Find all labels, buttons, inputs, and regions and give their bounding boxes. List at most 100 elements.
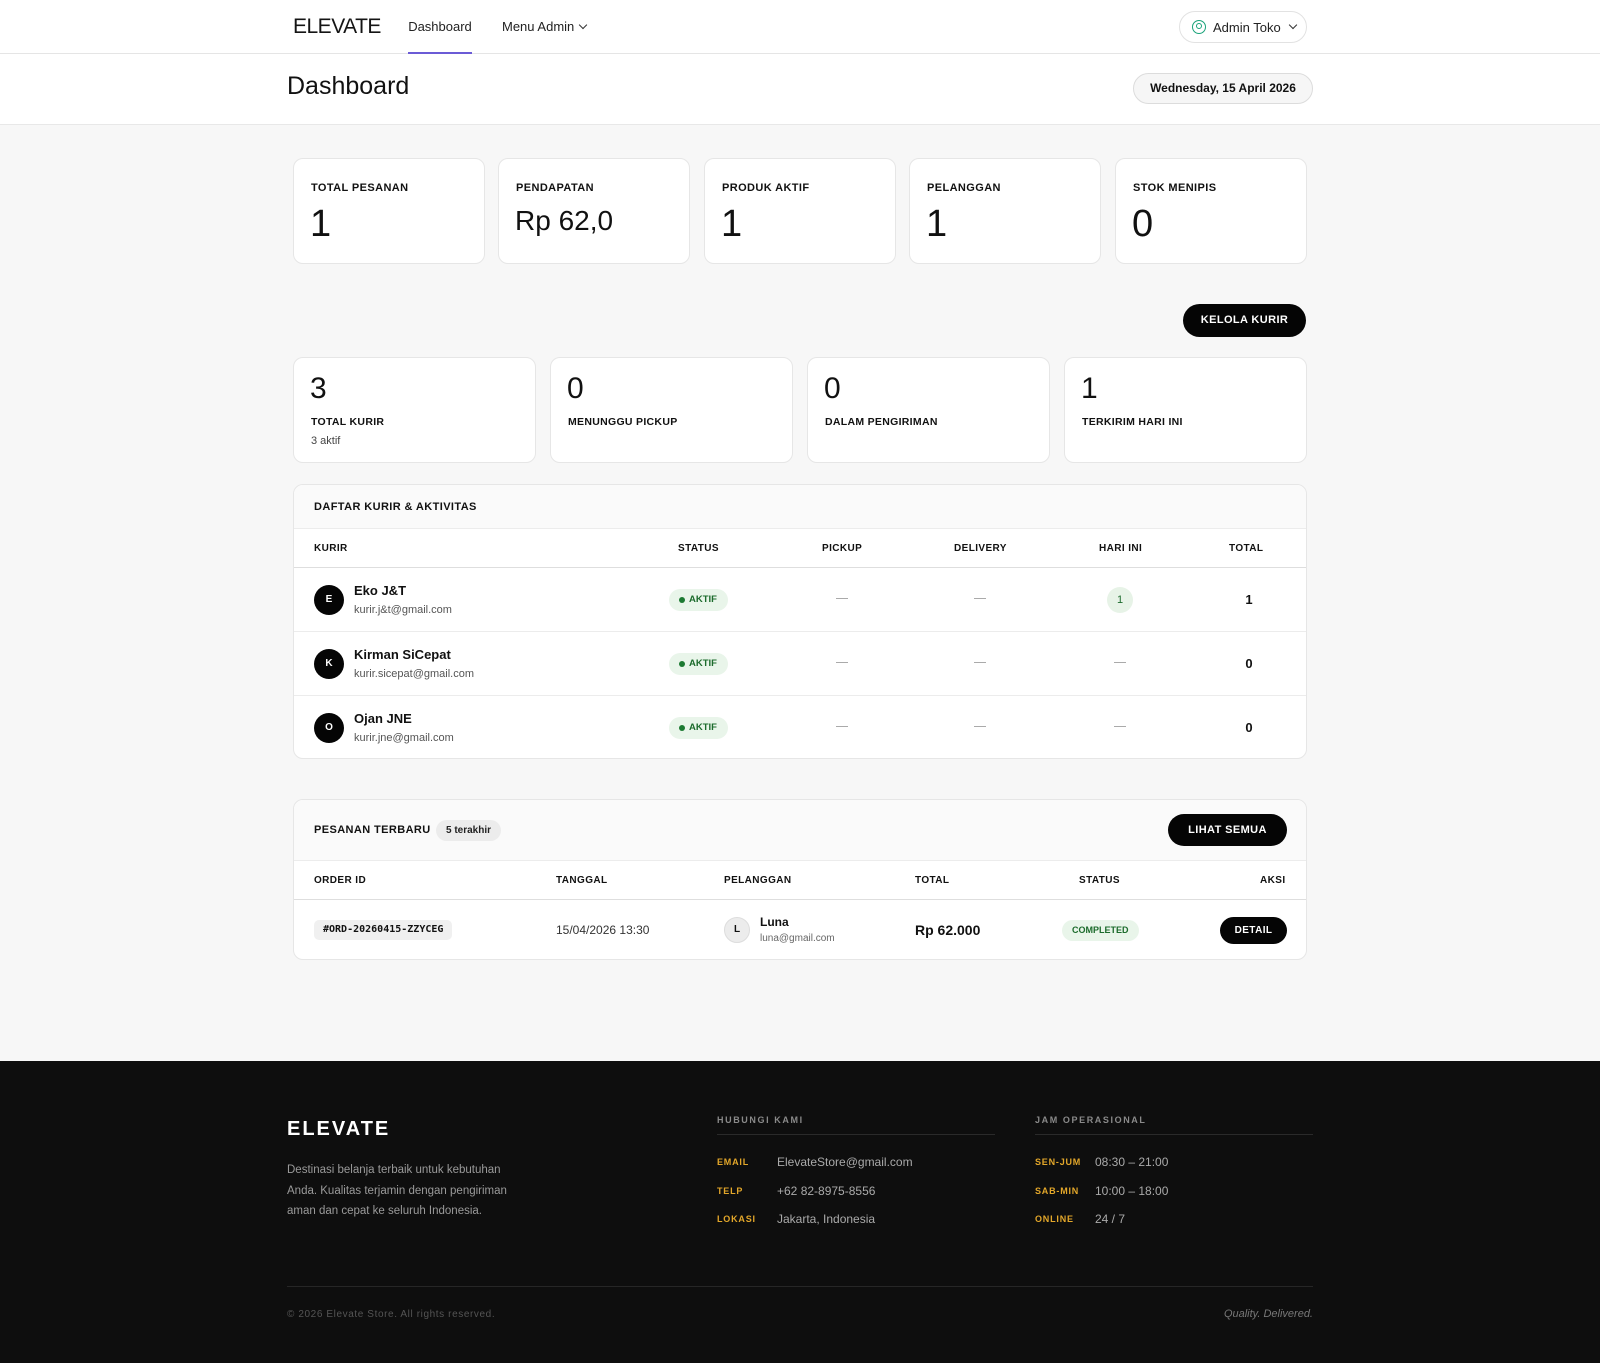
table-row[interactable]: E Eko J&T kurir.j&t@gmail.com AKTIF 1 1	[294, 568, 1306, 632]
stat-card-total-pesanan: TOTAL PESANAN 1	[293, 158, 485, 264]
courier-stat-value: 3	[310, 372, 327, 405]
courier-activity-panel: DAFTAR KURIR & AKTIVITAS KURIR STATUS PI…	[293, 484, 1307, 759]
courier-total: 0	[1245, 656, 1253, 671]
courier-panel-title: DAFTAR KURIR & AKTIVITAS	[294, 485, 1306, 529]
nav-menu-admin-label: Menu Admin	[502, 19, 575, 34]
avatar: L	[724, 917, 750, 943]
contact-email[interactable]: ElevateStore@gmail.com	[777, 1155, 913, 1169]
empty-dash	[1114, 662, 1126, 663]
col-total: TOTAL	[1229, 543, 1264, 554]
footer-description: Destinasi belanja terbaik untuk kebutuha…	[287, 1164, 507, 1217]
orders-panel-title: PESANAN TERBARU	[314, 824, 431, 836]
col-aksi: AKSI	[1260, 875, 1286, 886]
contact-location: Jakarta, Indonesia	[777, 1212, 876, 1226]
col-tanggal: TANGGAL	[556, 875, 608, 886]
col-total: TOTAL	[915, 875, 950, 886]
courier-total: 0	[1245, 720, 1253, 735]
nav-menu-admin[interactable]: Menu Admin	[502, 0, 588, 54]
table-row: #ORD-20260415-ZZYCEG 15/04/2026 13:30 L …	[294, 900, 1306, 959]
hours-value: 24 / 7	[1095, 1212, 1126, 1226]
hours-value: 08:30 – 21:00	[1095, 1155, 1169, 1169]
brand-logo[interactable]: ELEVATE	[293, 15, 381, 39]
hours-key: ONLINE	[1035, 1214, 1074, 1224]
contact-phone[interactable]: +62 82-8975-8556	[777, 1184, 875, 1198]
avatar: E	[314, 585, 344, 615]
courier-stat-sub: 3 aktif	[311, 435, 341, 447]
footer-tagline: Quality. Delivered.	[1223, 1308, 1313, 1320]
top-navbar: ELEVATE Dashboard Menu Admin Admin Toko	[0, 0, 1600, 54]
stat-label: TOTAL PESANAN	[311, 182, 409, 194]
stat-value: 1	[926, 203, 948, 245]
footer-copyright: © 2026 Elevate Store. All rights reserve…	[287, 1309, 496, 1320]
user-circle-icon	[1192, 20, 1206, 34]
courier-stat-value: 0	[567, 372, 584, 405]
nav-dashboard[interactable]: Dashboard	[408, 0, 472, 54]
detail-button[interactable]: DETAIL	[1220, 917, 1287, 944]
courier-stat-delivered-today: 1 TERKIRIM HARI INI	[1064, 357, 1307, 463]
col-hari-ini: HARI INI	[1099, 543, 1143, 554]
avatar: K	[314, 649, 344, 679]
user-menu-button[interactable]: Admin Toko	[1179, 11, 1307, 43]
col-delivery: DELIVERY	[954, 543, 1007, 554]
footer-contact-title: HUBUNGI KAMI	[717, 1115, 995, 1135]
empty-dash	[974, 598, 986, 599]
courier-name: Kirman SiCepat	[354, 647, 451, 662]
date-badge: Wednesday, 15 April 2026	[1133, 73, 1313, 104]
stat-label: STOK MENIPIS	[1133, 182, 1217, 194]
footer-brand: ELEVATE	[287, 1118, 391, 1140]
courier-stat-value: 1	[1081, 372, 1098, 405]
courier-email: kurir.sicepat@gmail.com	[354, 668, 474, 680]
customer-name: Luna	[760, 915, 789, 929]
stat-card-pelanggan: PELANGGAN 1	[909, 158, 1101, 264]
contact-key: TELP	[717, 1186, 744, 1196]
courier-stat-label: TOTAL KURIR	[311, 416, 385, 428]
status-badge: AKTIF	[669, 717, 728, 739]
contact-key: EMAIL	[717, 1157, 749, 1167]
hours-key: SAB-MIN	[1035, 1186, 1080, 1196]
courier-stat-pickup: 0 MENUNGGU PICKUP	[550, 357, 793, 463]
empty-dash	[974, 662, 986, 663]
recent-orders-panel: PESANAN TERBARU 5 terakhir LIHAT SEMUA O…	[293, 799, 1307, 960]
stat-value: 1	[310, 203, 332, 245]
stat-card-stok-menipis: STOK MENIPIS 0	[1115, 158, 1307, 264]
stat-label: PRODUK AKTIF	[722, 182, 810, 194]
stat-label: PELANGGAN	[927, 182, 1001, 194]
contact-key: LOKASI	[717, 1214, 756, 1224]
orders-table-header: ORDER ID TANGGAL PELANGGAN TOTAL STATUS …	[294, 861, 1306, 900]
order-total: Rp 62.000	[915, 922, 981, 938]
col-pickup: PICKUP	[822, 543, 863, 554]
stat-label: PENDAPATAN	[516, 182, 594, 194]
hours-key: SEN-JUM	[1035, 1157, 1082, 1167]
today-count-badge: 1	[1107, 587, 1133, 613]
courier-stat-label: MENUNGGU PICKUP	[568, 416, 678, 428]
table-row[interactable]: O Ojan JNE kurir.jne@gmail.com AKTIF 0	[294, 696, 1306, 758]
chevron-down-icon	[579, 20, 588, 30]
orders-count-badge: 5 terakhir	[436, 820, 502, 841]
stat-value: 1	[721, 203, 743, 245]
kelola-kurir-button[interactable]: KELOLA KURIR	[1183, 304, 1306, 337]
status-badge: AKTIF	[669, 653, 728, 675]
status-badge: COMPLETED	[1062, 920, 1139, 941]
stat-card-pendapatan: PENDAPATAN Rp 62,0	[498, 158, 690, 264]
courier-stat-total: 3 TOTAL KURIR 3 aktif	[293, 357, 536, 463]
courier-stat-label: DALAM PENGIRIMAN	[825, 416, 938, 428]
footer-hours-title: JAM OPERASIONAL	[1035, 1115, 1313, 1135]
status-badge: AKTIF	[669, 589, 728, 611]
empty-dash	[836, 598, 848, 599]
courier-email: kurir.j&t@gmail.com	[354, 604, 452, 616]
table-row[interactable]: K Kirman SiCepat kurir.sicepat@gmail.com…	[294, 632, 1306, 696]
courier-stat-value: 0	[824, 372, 841, 405]
page-title: Dashboard	[287, 72, 410, 100]
stat-value: 0	[1132, 203, 1154, 245]
col-order-id: ORDER ID	[314, 875, 367, 886]
stat-card-produk-aktif: PRODUK AKTIF 1	[704, 158, 896, 264]
order-date: 15/04/2026 13:30	[556, 923, 650, 937]
view-all-button[interactable]: LIHAT SEMUA	[1168, 814, 1287, 846]
courier-table-header: KURIR STATUS PICKUP DELIVERY HARI INI TO…	[294, 529, 1306, 568]
col-status: STATUS	[678, 543, 719, 554]
customer-email: luna@gmail.com	[760, 933, 835, 944]
chevron-down-icon	[1288, 20, 1297, 30]
orders-panel-header: PESANAN TERBARU 5 terakhir LIHAT SEMUA	[294, 800, 1306, 861]
avatar: O	[314, 713, 344, 743]
footer: ELEVATE Destinasi belanja terbaik untuk …	[0, 1061, 1600, 1363]
